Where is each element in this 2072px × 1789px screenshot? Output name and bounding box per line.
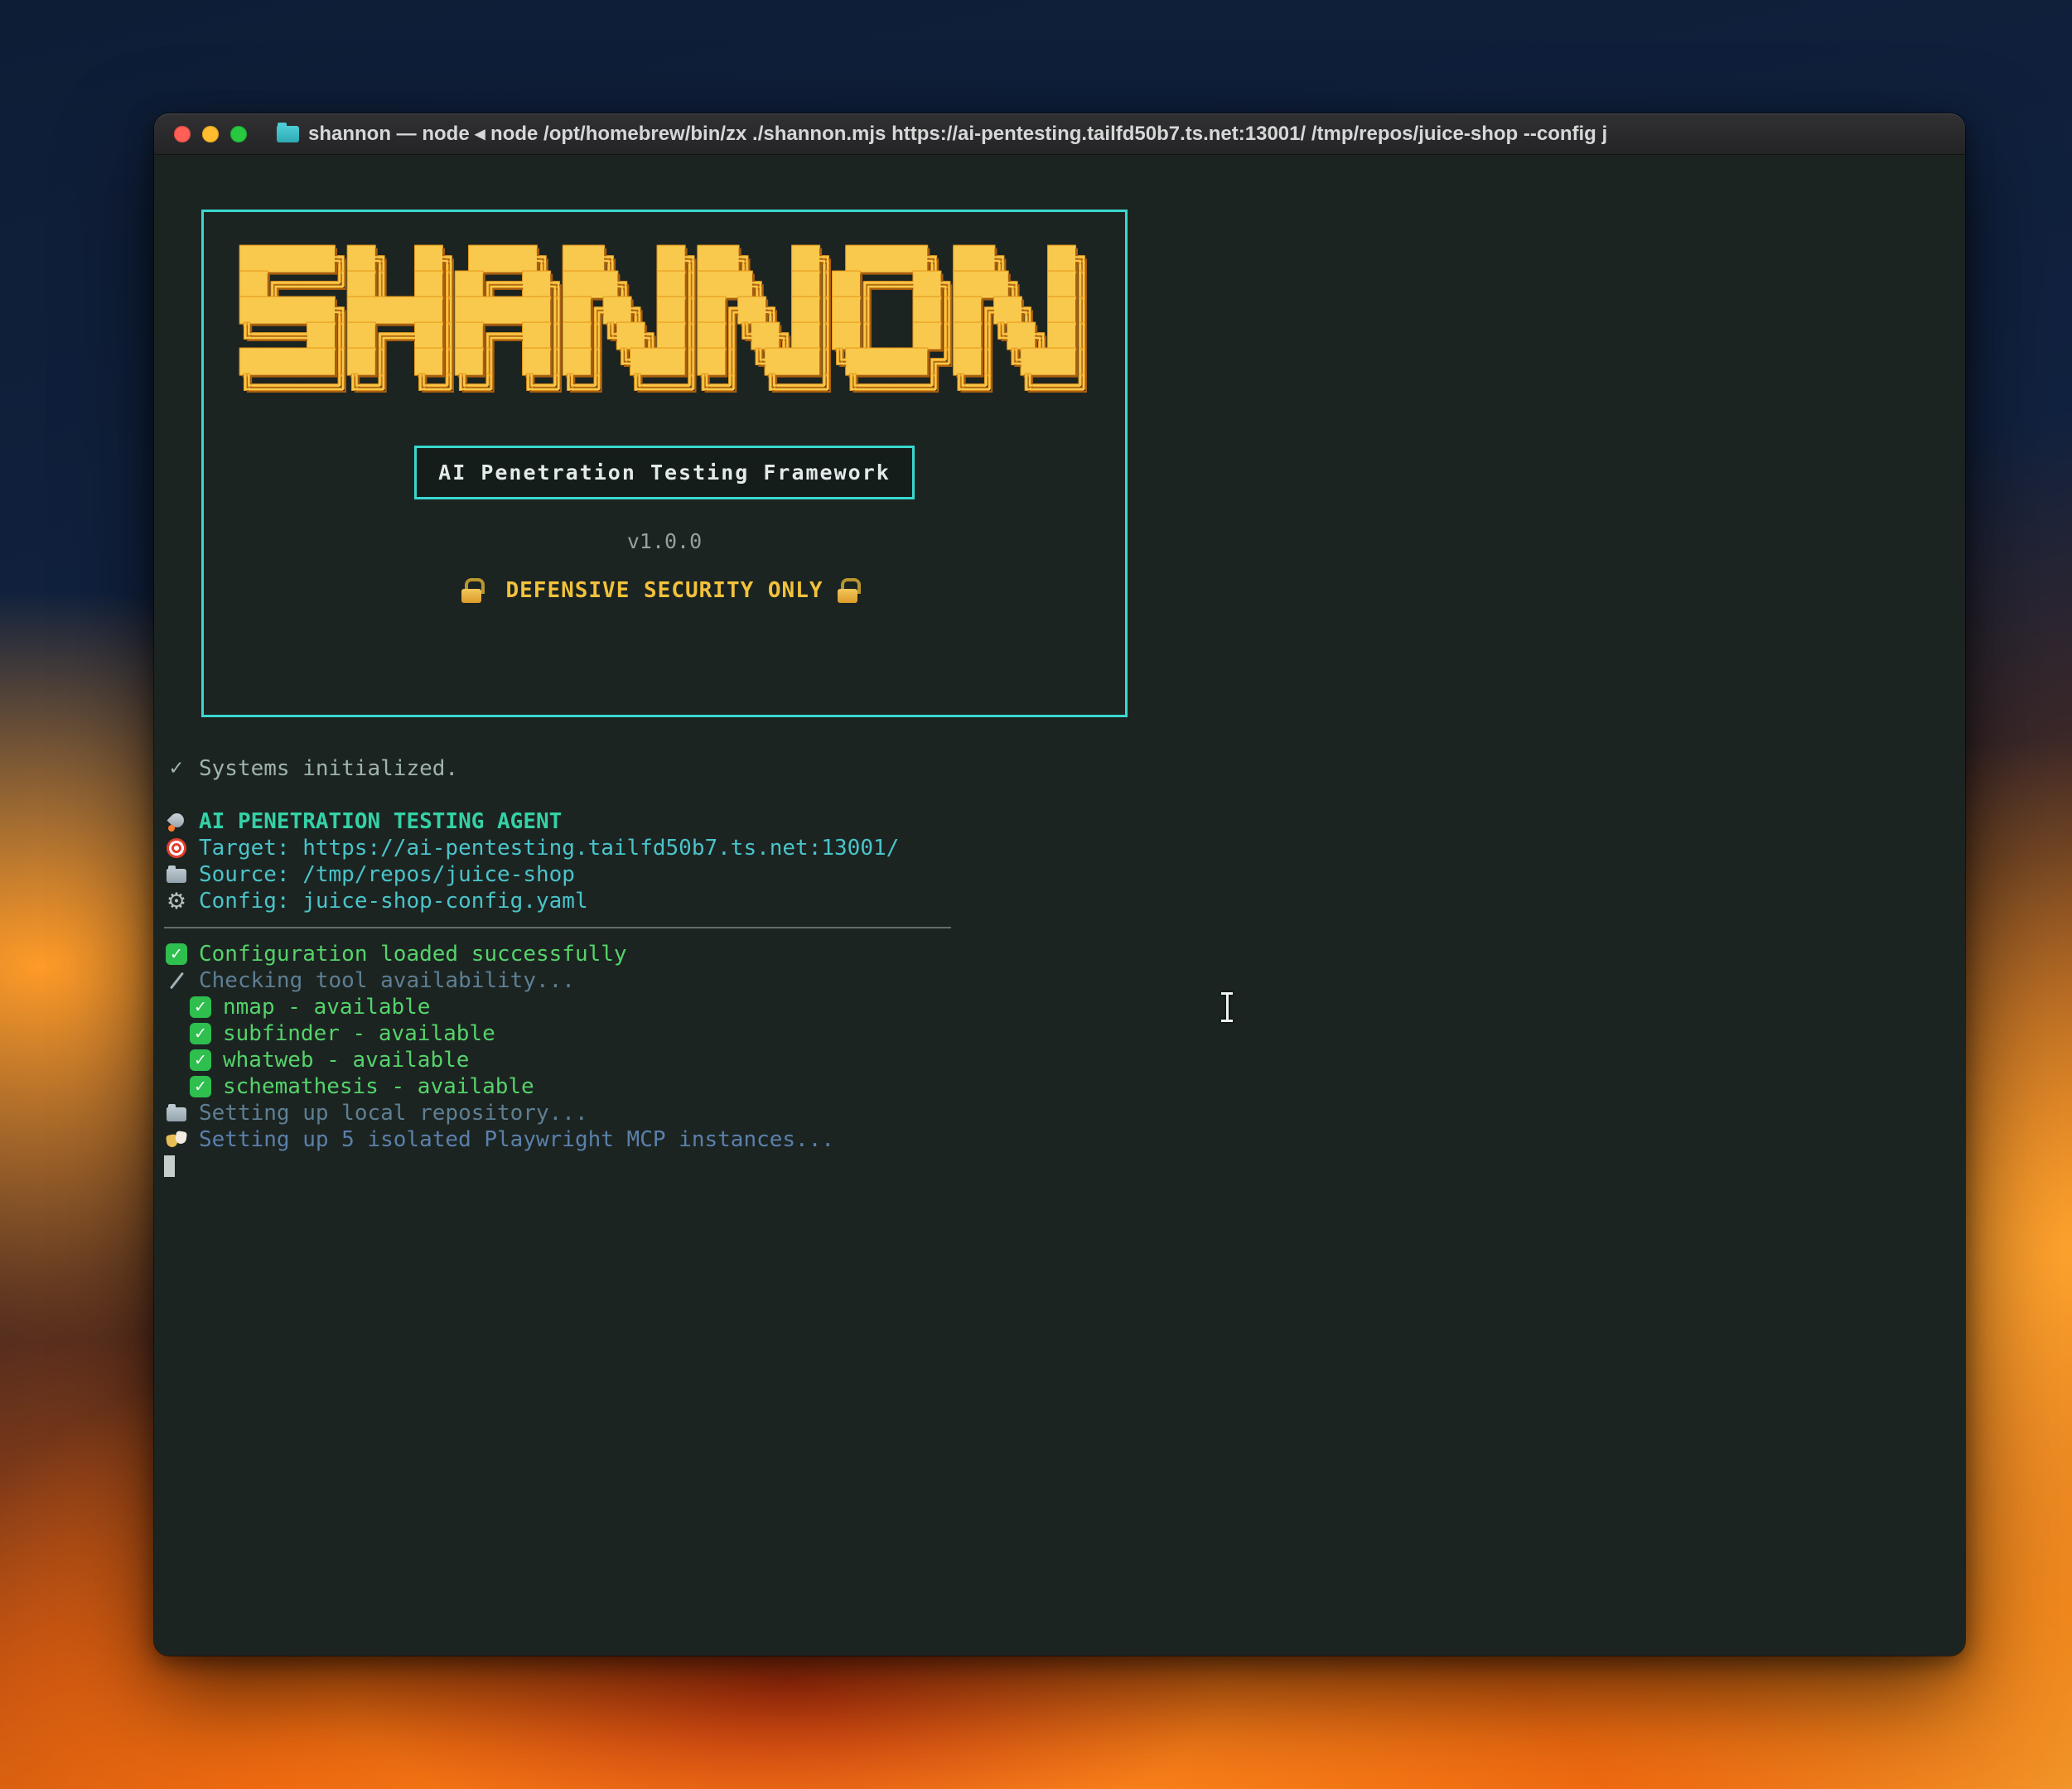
- terminal-output[interactable]: ███████╗██╗ ██╗ █████╗ ███╗ ██╗███╗ ██╗ …: [154, 155, 1965, 1656]
- target-icon: [164, 836, 189, 861]
- minimize-button[interactable]: [202, 126, 219, 142]
- zoom-button[interactable]: [230, 126, 247, 142]
- terminal-line: AI PENETRATION TESTING AGENT: [164, 808, 1965, 835]
- mouse-ibeam-cursor: [1220, 992, 1234, 1022]
- close-button[interactable]: [174, 126, 191, 142]
- terminal-text: Config: juice-shop-config.yaml: [199, 889, 588, 914]
- wrench-icon: [164, 968, 189, 993]
- lock-icon: [835, 576, 860, 605]
- terminal-line: Setting up 5 isolated Playwright MCP ins…: [164, 1126, 1965, 1153]
- terminal-text: Setting up 5 isolated Playwright MCP ins…: [199, 1127, 834, 1152]
- terminal-text: nmap - available: [223, 995, 430, 1020]
- rocket-icon: [164, 809, 189, 834]
- terminal-line: Systems initialized.: [164, 755, 1965, 782]
- framework-label: AI Penetration Testing Framework: [438, 461, 891, 485]
- terminal-text: Source: /tmp/repos/juice-shop: [199, 862, 575, 887]
- terminal-text: schemathesis - available: [223, 1074, 534, 1099]
- terminal-line: nmap - available: [164, 994, 1965, 1020]
- check-green-icon: [164, 942, 189, 967]
- terminal-line: [164, 1153, 1965, 1179]
- terminal-lines: Systems initialized. AI PENETRATION TESTI…: [164, 755, 1965, 1179]
- terminal-line: whatweb - available: [164, 1047, 1965, 1073]
- check-green-icon: [188, 1021, 213, 1046]
- check-green-icon: [188, 995, 213, 1020]
- window-titlebar[interactable]: shannon — node ◂ node /opt/homebrew/bin/…: [154, 113, 1965, 155]
- terminal-text: Checking tool availability...: [199, 968, 575, 993]
- terminal-window: shannon — node ◂ node /opt/homebrew/bin/…: [154, 113, 1965, 1656]
- folder-icon: [164, 1101, 189, 1126]
- lock-icon: [459, 576, 484, 605]
- terminal-text: Target: https://ai-pentesting.tailfd50b7…: [199, 836, 899, 861]
- terminal-line: Target: https://ai-pentesting.tailfd50b7…: [164, 835, 1965, 861]
- folder-proxy-icon: [277, 126, 299, 142]
- terminal-line: Checking tool availability...: [164, 967, 1965, 994]
- terminal-line: [164, 914, 1965, 941]
- gear-icon: [164, 889, 189, 914]
- check-green-icon: [188, 1074, 213, 1099]
- check-green-icon: [188, 1048, 213, 1073]
- terminal-line: Source: /tmp/repos/juice-shop: [164, 861, 1965, 888]
- divider: [164, 927, 951, 928]
- terminal-line: subfinder - available: [164, 1020, 1965, 1047]
- terminal-text: Systems initialized.: [199, 756, 458, 781]
- folder-icon: [164, 862, 189, 887]
- check-icon: [164, 756, 189, 781]
- terminal-line: Config: juice-shop-config.yaml: [164, 888, 1965, 914]
- shannon-banner-box: ███████╗██╗ ██╗ █████╗ ███╗ ██╗███╗ ██╗ …: [201, 210, 1128, 717]
- security-notice-text: DEFENSIVE SECURITY ONLY: [505, 578, 823, 603]
- terminal-text: AI PENETRATION TESTING AGENT: [199, 809, 562, 834]
- terminal-line: Configuration loaded successfully: [164, 941, 1965, 967]
- terminal-cursor: [164, 1155, 175, 1177]
- framework-label-box: AI Penetration Testing Framework: [414, 446, 915, 499]
- window-title: shannon — node ◂ node /opt/homebrew/bin/…: [308, 122, 1949, 146]
- version-label: v1.0.0: [204, 529, 1125, 553]
- terminal-text: Setting up local repository...: [199, 1101, 588, 1126]
- terminal-text: whatweb - available: [223, 1048, 469, 1073]
- terminal-line: schemathesis - available: [164, 1073, 1965, 1100]
- terminal-line: Setting up local repository...: [164, 1100, 1965, 1126]
- terminal-text: subfinder - available: [223, 1021, 495, 1046]
- masks-icon: [164, 1127, 189, 1152]
- terminal-line: [164, 782, 1965, 808]
- shannon-ascii-logo: ███████╗██╗ ██╗ █████╗ ███╗ ██╗███╗ ██╗ …: [240, 247, 1089, 401]
- terminal-text: Configuration loaded successfully: [199, 942, 627, 967]
- security-notice: DEFENSIVE SECURITY ONLY: [204, 576, 1125, 605]
